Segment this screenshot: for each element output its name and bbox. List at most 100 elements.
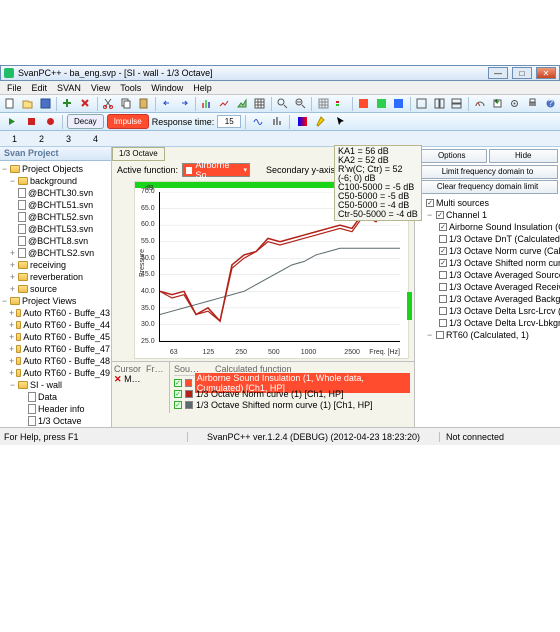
new-icon[interactable] [2,96,18,111]
channel-tree-item[interactable]: 1/3 Octave Shifted norm curve (Calculate… [417,257,558,269]
view-index-4[interactable]: 4 [87,132,104,146]
layout1-icon[interactable] [414,96,430,111]
response-time-input[interactable] [217,115,241,128]
print-icon[interactable] [525,96,541,111]
channel-tree-item[interactable]: 1/3 Octave Delta Lrcv-Lbkgnd (Calculated… [417,317,558,329]
legend-icon[interactable] [333,96,349,111]
checkbox-icon[interactable] [436,331,444,339]
settings-icon[interactable] [507,96,523,111]
spectrum-icon[interactable] [269,114,285,129]
minimize-button[interactable]: — [488,67,508,79]
chart-line-icon[interactable] [217,96,233,111]
menu-tools[interactable]: Tools [116,82,145,94]
checkbox-icon[interactable] [439,247,447,255]
menu-edit[interactable]: Edit [28,82,52,94]
tree-item[interactable]: −SI - wall [1,379,110,391]
layout2-icon[interactable] [431,96,447,111]
limit-domain-button[interactable]: Limit frequency domain to [417,165,558,179]
tree-item[interactable]: −Project Views [1,295,110,307]
layout3-icon[interactable] [449,96,465,111]
colormap-icon[interactable] [294,114,310,129]
record-icon[interactable] [42,114,58,129]
menu-view[interactable]: View [87,82,114,94]
add-icon[interactable] [60,96,76,111]
open-icon[interactable] [20,96,36,111]
save-icon[interactable] [37,96,53,111]
checkbox-icon[interactable] [439,235,447,243]
menu-help[interactable]: Help [189,82,216,94]
tree-item[interactable]: +Auto RT60 - Buffe_43 [1,307,110,319]
channel-tree-item[interactable]: 1/3 Octave Averaged Background noise (C [417,293,558,305]
channel-tree-item[interactable]: −RT60 (Calculated, 1) [417,329,558,341]
checkbox-icon[interactable] [426,199,434,207]
redo-icon[interactable] [176,96,192,111]
channel-tree-item[interactable]: Airborne Sound Insulation (Calculated, 1… [417,221,558,233]
tree-item[interactable]: @BCHTL51.svn [1,199,110,211]
tree-item[interactable]: −background [1,175,110,187]
color-blue-icon[interactable] [391,96,407,111]
options-button[interactable]: Options [417,149,487,163]
tree-item[interactable]: +source [1,283,110,295]
channel-tree-item[interactable]: 1/3 Octave Norm curve (Calculated, 1) [417,245,558,257]
chart-area-icon[interactable] [234,96,250,111]
decay-button[interactable]: Decay [67,114,104,129]
tree-item[interactable]: +Auto RT60 - Buffe_45 [1,331,110,343]
zoom-out-icon[interactable] [292,96,308,111]
checkbox-icon[interactable] [439,259,447,267]
tree-item[interactable]: +Auto RT60 - Buffe_48 [1,355,110,367]
view-index-2[interactable]: 2 [33,132,50,146]
menu-file[interactable]: File [3,82,26,94]
signal-icon[interactable] [250,114,266,129]
copy-icon[interactable] [118,96,134,111]
menu-svan[interactable]: SVAN [53,82,85,94]
color-red-icon[interactable] [356,96,372,111]
chart-bar-icon[interactable] [199,96,215,111]
stop-icon[interactable] [23,114,39,129]
tree-item[interactable]: +Auto RT60 - Buffe_49 [1,367,110,379]
tree-item[interactable]: +Auto RT60 - Buffe_47 [1,343,110,355]
channel-tree-item[interactable]: 1/3 Octave Averaged Receiving room (Ca [417,281,558,293]
tree-item[interactable]: +Auto RT60 - Buffe_44 [1,319,110,331]
tree-item[interactable]: −Project Objects [1,163,110,175]
channel-tree-item[interactable]: 1/3 Octave Averaged Source room (Calc [417,269,558,281]
close-button[interactable]: ✕ [536,67,556,79]
checkbox-icon[interactable] [439,271,447,279]
channel-tree-item[interactable]: 1/3 Octave DnT (Calculated, 1) [417,233,558,245]
play-icon[interactable] [4,114,20,129]
chart-tab-title[interactable]: 1/3 Octave [112,147,165,161]
tree-item[interactable]: 1/3 Octave [1,415,110,427]
tree-item[interactable]: +@BCHTLS2.svn [1,247,110,259]
tree-item[interactable]: Header info [1,403,110,415]
view-index-3[interactable]: 3 [60,132,77,146]
help-icon[interactable]: ? [543,96,559,111]
gauge-icon[interactable] [472,96,488,111]
checkbox-icon[interactable] [436,211,444,219]
tree-item[interactable]: @BCHTL52.svn [1,211,110,223]
checkbox-icon[interactable] [439,223,447,231]
table-icon[interactable] [252,96,268,111]
channel-tree-item[interactable]: 1/3 Octave Delta Lsrc-Lrcv (Calculated, [417,305,558,317]
hide-button[interactable]: Hide [489,149,559,163]
cursor-icon[interactable] [332,114,348,129]
clear-domain-button[interactable]: Clear frequency domain limit [417,180,558,194]
active-function-dropdown[interactable]: Airborne So [182,163,250,177]
remove-icon[interactable] [78,96,94,111]
function-row[interactable]: ✓Airborne Sound Insulation (1, Whole dat… [174,377,410,388]
tree-item[interactable]: @BCHTL8.svn [1,235,110,247]
zoom-in-icon[interactable] [275,96,291,111]
undo-icon[interactable] [159,96,175,111]
color-green-icon[interactable] [373,96,389,111]
checkbox-icon[interactable] [439,283,447,291]
menu-window[interactable]: Window [147,82,187,94]
maximize-button[interactable]: □ [512,67,532,79]
function-row[interactable]: ✓1/3 Octave Shifted norm curve (1) [Ch1,… [174,399,410,410]
export-icon[interactable] [489,96,505,111]
checkbox-icon[interactable] [439,295,447,303]
channel-tree-item[interactable]: −Channel 1 [417,209,558,221]
tree-item[interactable]: @BCHTL30.svn [1,187,110,199]
channel-tree-item[interactable]: −Multi sources [417,197,558,209]
grid-icon[interactable] [315,96,331,111]
marker-icon[interactable] [313,114,329,129]
impulse-button[interactable]: Impulse [107,114,149,129]
tree-item[interactable]: @BCHTL53.svn [1,223,110,235]
